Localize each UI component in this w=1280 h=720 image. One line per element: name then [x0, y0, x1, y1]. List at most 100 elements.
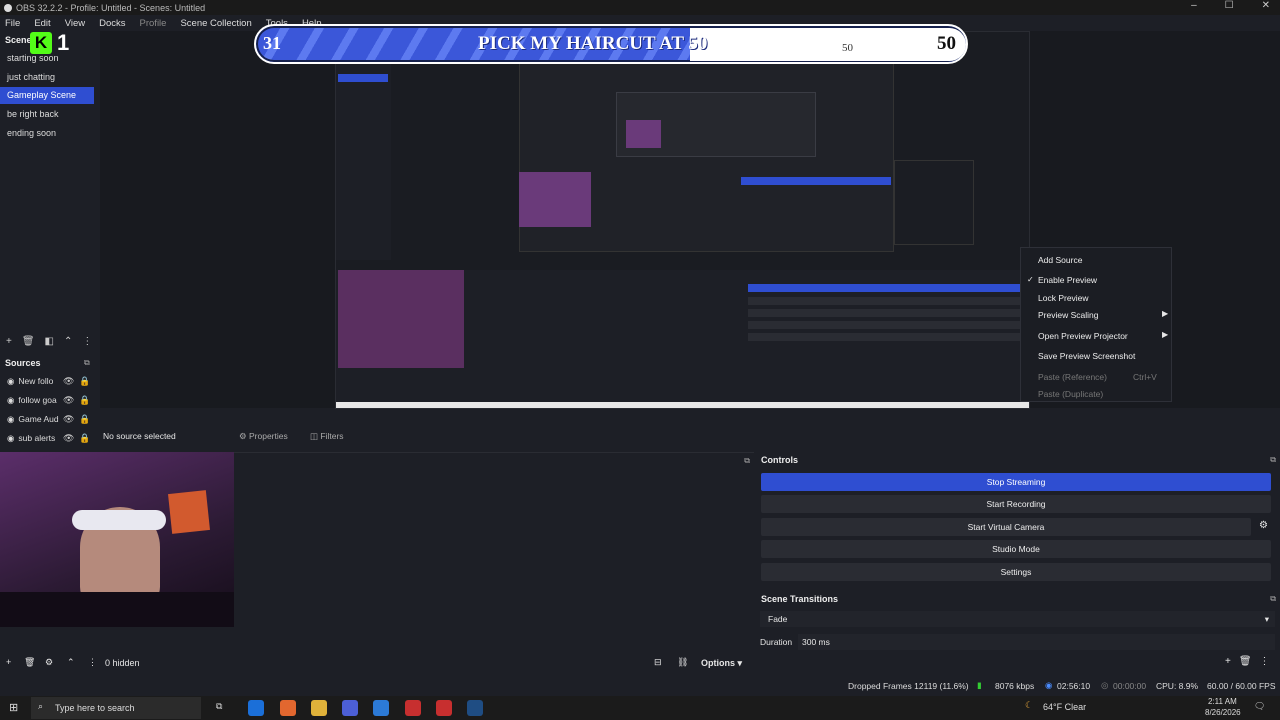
signal-icon: ▮: [977, 680, 982, 690]
discord-icon[interactable]: [342, 700, 358, 716]
obs-taskbar-icon[interactable]: [405, 700, 421, 716]
source-item[interactable]: ◉ follow goa 👁 🔒: [0, 391, 96, 409]
menu-docks[interactable]: Docks: [99, 18, 125, 29]
scene-filters-icon[interactable]: ◧: [45, 336, 54, 347]
wall-art: [168, 490, 210, 534]
link-icon[interactable]: ⛓: [677, 657, 688, 668]
paste-shortcut: Ctrl+V: [1133, 372, 1157, 382]
scene-item-be-right-back[interactable]: be right back: [0, 106, 94, 123]
layout-icon[interactable]: ⊟: [654, 657, 662, 668]
sources-panel: Sources ⧉ ◉ New follo 👁 🔒 ◉ follow goa 👁…: [0, 355, 99, 445]
notification-icon[interactable]: 🗨: [1254, 701, 1265, 712]
start-recording-button[interactable]: Start Recording: [761, 495, 1271, 513]
visibility-eye-icon[interactable]: 👁: [63, 376, 74, 387]
close-button[interactable]: ✕: [1262, 0, 1270, 11]
no-source-label: No source selected: [103, 431, 176, 441]
preview-canvas[interactable]: [335, 31, 1030, 409]
maximize-button[interactable]: ☐: [1225, 0, 1234, 11]
dropped-frames: Dropped Frames 12119 (11.6%): [848, 681, 969, 691]
file-explorer-icon[interactable]: [311, 700, 327, 716]
task-view-icon[interactable]: ⧉: [216, 701, 222, 712]
source-item[interactable]: ◉ Game Aud 👁 🔒: [0, 410, 96, 428]
move-up-icon[interactable]: ⌃: [64, 336, 72, 347]
stop-streaming-button[interactable]: Stop Streaming: [761, 473, 1271, 491]
scene-item-gameplay-scene[interactable]: Gameplay Scene: [0, 87, 94, 104]
duration-value: 300 ms: [802, 637, 830, 647]
search-icon: ⌕: [38, 701, 44, 711]
clock-date: 8/26/2026: [1205, 708, 1241, 717]
lock-icon[interactable]: 🔒: [79, 395, 90, 406]
move-up-icon[interactable]: ⌃: [67, 657, 75, 668]
menu-view[interactable]: View: [65, 18, 85, 29]
lock-icon[interactable]: 🔒: [79, 414, 90, 425]
remove-transition-icon[interactable]: 🗑: [1239, 656, 1252, 667]
menu-item-open-preview-projector[interactable]: Open Preview Projector: [1038, 331, 1128, 341]
scene-item-just-chatting[interactable]: just chatting: [0, 69, 94, 86]
weather-text: 64°F Clear: [1043, 702, 1087, 712]
app-icon[interactable]: [373, 700, 389, 716]
transitions-toolbar: + 🗑 ⋮: [1225, 656, 1270, 667]
menu-item-lock-preview[interactable]: Lock Preview: [1038, 293, 1089, 303]
menu-item-enable-preview[interactable]: Enable Preview: [1038, 275, 1097, 285]
studio-mode-button[interactable]: Studio Mode: [761, 540, 1271, 558]
options-button[interactable]: Options ▾: [701, 658, 742, 669]
source-toolbar: No source selected ⚙ Properties ◫ Filter…: [100, 426, 750, 446]
remove-source-icon[interactable]: 🗑: [24, 657, 35, 668]
menu-profile[interactable]: Profile: [140, 18, 167, 29]
edge-icon[interactable]: [248, 700, 264, 716]
taskbar-search[interactable]: ⌕ Type here to search: [31, 697, 201, 719]
visibility-eye-icon[interactable]: 👁: [63, 395, 74, 406]
steam-icon[interactable]: [467, 700, 483, 716]
menu-item-paste-duplicate[interactable]: Paste (Duplicate): [1038, 389, 1103, 399]
duration-input[interactable]: 300 ms: [798, 634, 1275, 650]
stream-icon: ◉: [1045, 680, 1053, 690]
lock-icon[interactable]: 🔒: [79, 376, 90, 387]
dock-float-icon[interactable]: ⧉: [1270, 455, 1276, 465]
minimize-button[interactable]: –: [1191, 0, 1197, 11]
gear-icon[interactable]: ⚙: [45, 657, 53, 668]
start-virtual-camera-button[interactable]: Start Virtual Camera: [761, 518, 1251, 536]
record-icon: ◎: [1101, 680, 1109, 690]
kick-logo-icon: K: [30, 32, 52, 54]
source-label: New follo: [18, 376, 54, 386]
windows-start-icon[interactable]: ⊞: [9, 701, 18, 714]
virtual-camera-gear-icon[interactable]: ⚙: [1259, 520, 1268, 531]
properties-button[interactable]: ⚙ Properties: [239, 431, 288, 442]
menu-scene-collection[interactable]: Scene Collection: [180, 18, 251, 29]
source-item[interactable]: ◉ sub alerts 👁 🔒: [0, 429, 96, 447]
properties-label: Properties: [248, 431, 288, 441]
dock-float-icon[interactable]: ⧉: [84, 358, 90, 368]
menu-edit[interactable]: Edit: [34, 18, 50, 29]
more-icon[interactable]: ⋮: [1260, 656, 1270, 667]
source-item[interactable]: ◉ New follo 👁 🔒: [0, 372, 96, 390]
menu-item-preview-scaling[interactable]: Preview Scaling: [1038, 310, 1098, 320]
visibility-eye-icon[interactable]: 👁: [63, 433, 74, 444]
add-scene-icon[interactable]: +: [6, 336, 12, 347]
more-icon[interactable]: ⋮: [88, 657, 97, 668]
scene-item-ending-soon[interactable]: ending soon: [0, 125, 94, 142]
filters-button[interactable]: ◫ Filters: [310, 431, 344, 442]
bitrate: 8076 kbps: [995, 681, 1035, 691]
lock-icon[interactable]: 🔒: [79, 433, 90, 444]
dock-float-icon[interactable]: ⧉: [744, 456, 750, 466]
chrome-icon[interactable]: [280, 700, 296, 716]
menu-file[interactable]: File: [5, 18, 20, 29]
remove-scene-icon[interactable]: 🗑: [22, 336, 35, 347]
dock-float-icon[interactable]: ⧉: [1270, 594, 1276, 604]
add-source-icon[interactable]: +: [6, 657, 11, 667]
menu-item-add-source[interactable]: Add Source: [1038, 255, 1082, 265]
more-icon[interactable]: ⋮: [82, 336, 92, 347]
transition-type: Fade: [768, 614, 788, 624]
add-transition-icon[interactable]: +: [1225, 656, 1231, 667]
source-type-icon: ◉: [7, 413, 15, 424]
controls-title: Controls: [761, 455, 798, 465]
transition-select[interactable]: Fade ▾: [760, 611, 1275, 627]
cpu-usage: CPU: 8.9%: [1156, 681, 1199, 691]
settings-button[interactable]: Settings: [761, 563, 1271, 581]
visibility-eye-icon[interactable]: 👁: [63, 414, 74, 425]
menu-item-paste-reference[interactable]: Paste (Reference): [1038, 372, 1107, 382]
menu-item-save-preview-screenshot[interactable]: Save Preview Screenshot: [1038, 351, 1135, 361]
submenu-arrow-icon: ▶: [1162, 330, 1169, 339]
opera-icon[interactable]: [436, 700, 452, 716]
hidden-count: 0 hidden: [105, 658, 140, 668]
